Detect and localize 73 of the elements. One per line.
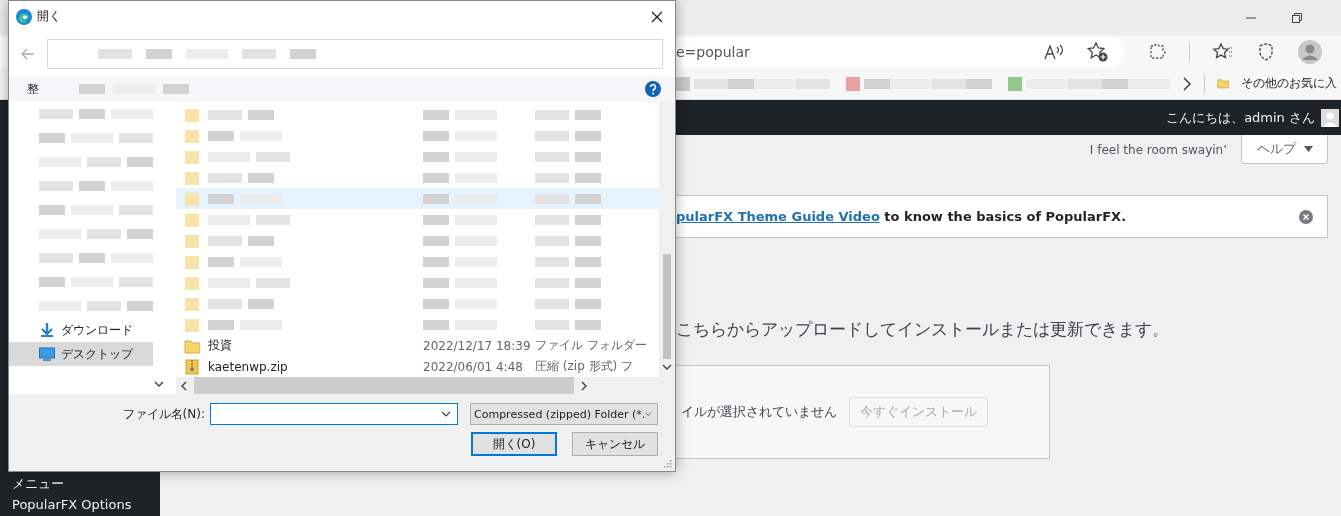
organize-menu[interactable]: 整 (27, 80, 39, 98)
notice-text: pularFX Theme Guide Video to know the basics of PopularFX. (676, 209, 1127, 224)
folder-icon (184, 274, 200, 291)
folder-icon (184, 148, 200, 165)
close-icon[interactable] (651, 10, 663, 23)
folder-icon (184, 253, 200, 270)
add-favorite-icon[interactable] (1087, 41, 1109, 62)
file-status-text: イルが選択されていません (681, 403, 837, 421)
folder-icon (184, 190, 200, 207)
file-type: 圧縮 (zip 形式) フ (535, 358, 635, 375)
zip-file-icon (184, 358, 200, 375)
greeting-text[interactable]: こんにちは、admin さん (1166, 108, 1315, 127)
dismiss-icon[interactable] (1299, 209, 1313, 224)
date-modified: 2022/06/01 4:48 (423, 359, 524, 374)
file-row[interactable]: 投資 2022/12/17 18:39 ファイル フォルダー (176, 335, 659, 356)
nav-item[interactable]: デスクトップ (9, 342, 153, 366)
folder-icon (184, 316, 200, 333)
back-arrow-icon[interactable] (21, 48, 35, 60)
favorites-folder-label[interactable]: その他のお気に入 (1241, 75, 1337, 92)
file-row[interactable]: kaetenwp.zip 2022/06/01 4:48 圧縮 (zip 形式) フ (176, 356, 659, 377)
file-name: kaetenwp.zip (208, 359, 289, 374)
scroll-left-icon[interactable] (180, 380, 188, 391)
folder-icon (184, 106, 200, 123)
sidebar-menu-item[interactable]: メニュー (0, 474, 160, 495)
folder-icon (184, 337, 200, 354)
scrollbar[interactable] (659, 102, 675, 377)
link[interactable]: pularFX Theme Guide Video (676, 209, 880, 224)
folder-icon (1216, 76, 1229, 91)
dialog-title: 開く (37, 8, 62, 25)
file-name-label: ファイル名(N): (122, 405, 205, 423)
file-type-dropdown[interactable]: Compressed (zipped) Folder (*. (470, 403, 658, 425)
scrollbar-thumb[interactable] (663, 254, 671, 359)
scrollbar-thumb[interactable] (194, 377, 574, 394)
date-modified: 2022/12/17 18:39 (423, 338, 532, 353)
redacted-bookmark[interactable] (1008, 76, 1170, 91)
file-name-field[interactable] (210, 403, 458, 425)
read-aloud-icon[interactable] (1043, 42, 1065, 61)
folder-icon (184, 232, 200, 249)
tagline-text: I feel the room swayin’ (1089, 142, 1227, 157)
avatar-icon[interactable] (1321, 108, 1339, 127)
profile-avatar-icon[interactable] (1298, 39, 1322, 64)
scroll-down-icon[interactable] (153, 380, 164, 388)
download-arrow-icon (39, 322, 55, 338)
redacted-bookmark[interactable] (846, 76, 992, 91)
browser-logo-icon (16, 8, 32, 25)
path-field[interactable] (47, 39, 663, 69)
folder-icon (184, 211, 200, 228)
shield-icon[interactable] (1256, 41, 1276, 62)
folder-icon (184, 127, 200, 144)
horizontal-scrollbar[interactable] (176, 377, 675, 394)
folder-icon (184, 169, 200, 186)
address-text: e=popular (676, 43, 751, 60)
file-type: ファイル フォルダー (535, 337, 648, 354)
caret-icon[interactable] (1303, 146, 1313, 152)
restore-icon[interactable] (1291, 11, 1303, 24)
caret-icon[interactable] (441, 411, 451, 417)
sidebar-menu-item[interactable]: PopularFX Options (0, 495, 160, 516)
nav-item[interactable]: ダウンロード (9, 318, 153, 342)
monitor-icon (39, 346, 55, 362)
cancel-button[interactable]: キャンセル (572, 432, 658, 456)
chevron-right-icon[interactable] (1182, 76, 1192, 91)
open-button[interactable]: 開く(O) (471, 432, 557, 456)
folder-icon (184, 295, 200, 312)
upload-description: こちらからアップロードしてインストールまたは更新できます。 (676, 318, 1170, 341)
resize-grip-icon[interactable] (664, 460, 672, 468)
help-button[interactable]: ヘルプ (1241, 135, 1328, 164)
redacted-file-row[interactable] (176, 188, 659, 209)
scroll-right-icon[interactable] (580, 380, 588, 391)
redacted-bookmark[interactable] (676, 76, 830, 91)
caret-icon[interactable] (645, 411, 652, 417)
scroll-down-icon[interactable] (662, 363, 672, 371)
file-name: 投資 (208, 337, 233, 354)
help-icon[interactable] (645, 81, 661, 97)
